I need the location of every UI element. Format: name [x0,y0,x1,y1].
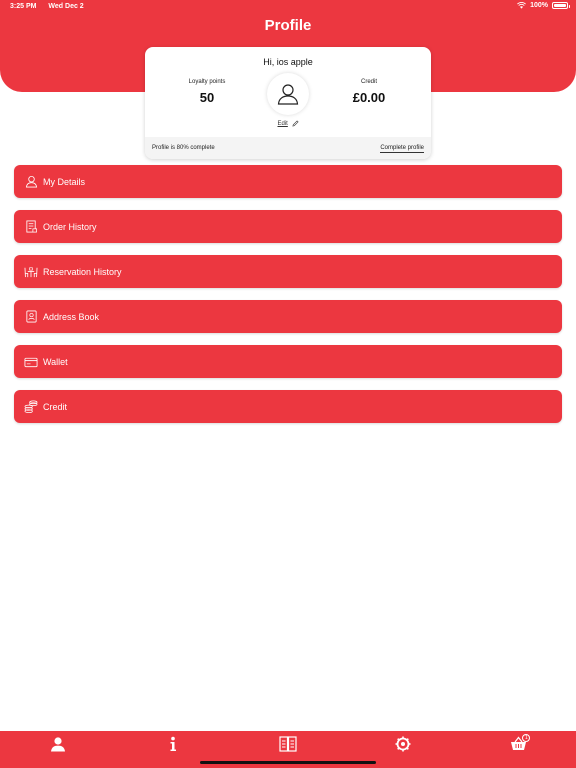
profile-greeting: Hi, ios apple [263,57,313,67]
loyalty-label: Loyalty points [188,79,226,85]
home-indicator [200,761,376,764]
menu-item-credit[interactable]: Credit [14,390,562,423]
menu-item-label: Reservation History [43,266,122,277]
tab-profile[interactable] [0,731,115,768]
pencil-icon [291,120,299,127]
edit-label: Edit [277,121,288,128]
profile-completion-text: Profile is 80% complete [152,145,215,151]
menu-item-label: Address Book [43,311,100,322]
card-icon [24,355,38,369]
credit-balance: Credit £0.00 [319,79,419,105]
avatar[interactable] [267,73,309,115]
menu-item-reservation-history[interactable]: Reservation History [14,255,562,288]
status-time: 3:25 PM [10,3,37,10]
info-icon [170,736,176,751]
battery-percent: 100% [530,2,548,9]
status-bar: 3:25 PM Wed Dec 2 100% [0,0,576,14]
basket-badge: 1 [522,734,531,742]
edit-profile-link[interactable]: Edit [145,120,431,127]
address-book-icon [24,310,38,324]
person-icon [24,175,38,189]
menu-book-icon [279,736,297,752]
tab-basket[interactable]: 1 [461,731,576,768]
page-title: Profile [264,17,312,34]
table-icon [24,265,38,279]
profile-icon [50,737,65,752]
menu-item-label: My Details [43,176,86,187]
menu-item-wallet[interactable]: Wallet [14,345,562,378]
credit-label: Credit [360,79,377,85]
wifi-icon [517,2,527,9]
menu-item-label: Wallet [43,356,68,367]
menu-item-address-book[interactable]: Address Book [14,300,562,333]
loyalty-points: Loyalty points 50 [157,79,257,105]
settings-icon [395,736,411,752]
coins-icon [24,400,38,414]
credit-value: £0.00 [352,90,386,105]
receipt-icon [24,220,38,234]
menu-item-label: Order History [43,221,97,232]
menu-item-my-details[interactable]: My Details [14,165,562,198]
status-date: Wed Dec 2 [48,3,84,10]
user-silhouette-icon [277,84,299,105]
loyalty-value: 50 [199,90,215,105]
profile-card: Hi, ios apple Loyalty points 50 Credit £… [145,47,431,159]
menu-item-label: Credit [43,401,68,412]
complete-profile-link[interactable]: Complete profile [380,145,424,153]
menu-item-order-history[interactable]: Order History [14,210,562,243]
profile-menu: My Details Order History Reservation His [14,165,562,435]
profile-completion-bar: Profile is 80% complete Complete profile [145,137,431,159]
battery-icon [552,2,570,9]
